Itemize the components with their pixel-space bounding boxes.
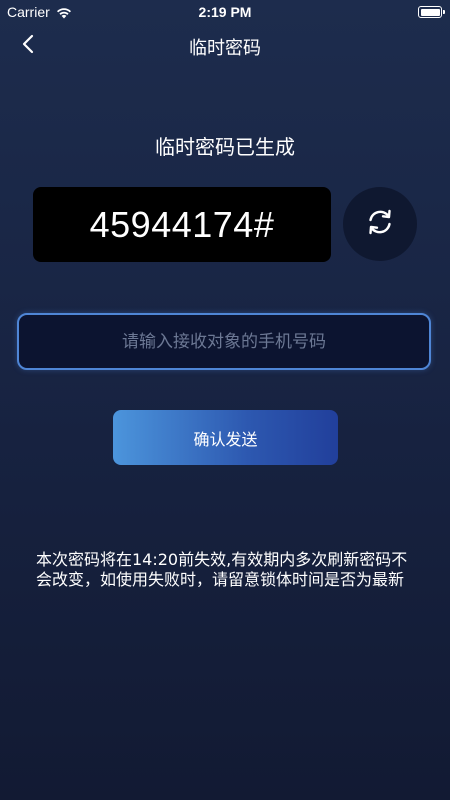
confirm-send-label: 确认发送 <box>193 429 258 449</box>
generated-heading: 临时密码已生成 <box>155 135 295 159</box>
refresh-icon <box>362 204 398 244</box>
phone-field <box>17 313 431 370</box>
status-bar: Carrier 2:19 PM <box>0 0 450 24</box>
password-display: 45944174# <box>33 187 331 262</box>
clock: 2:19 PM <box>198 4 252 20</box>
battery-icon <box>418 6 445 18</box>
confirm-send-button[interactable]: 确认发送 <box>113 410 338 465</box>
temporary-password: 45944174# <box>89 203 275 245</box>
phone-number-input[interactable] <box>19 315 429 368</box>
page-title: 临时密码 <box>189 38 261 59</box>
nav-bar: 临时密码 <box>0 24 450 68</box>
refresh-button[interactable] <box>343 187 417 261</box>
battery-fill <box>420 8 440 16</box>
expiry-notice: 本次密码将在14:20前失效,有效期内多次刷新密码不会改变，如使用失败时，请留意… <box>36 550 408 589</box>
